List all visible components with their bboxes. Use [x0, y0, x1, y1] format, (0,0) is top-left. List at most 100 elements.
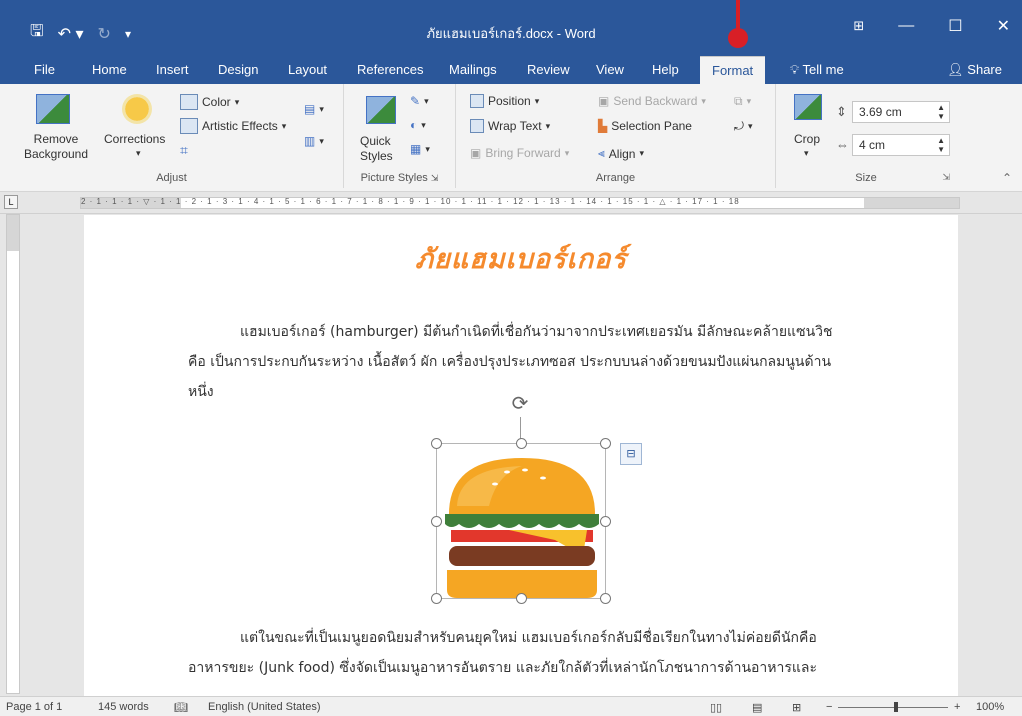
ruler-track: 2 · 1 · 1 · 1 · ▽ · 1 · 1 · 2 · 1 · 3 · …: [80, 197, 960, 209]
compress-pictures-icon: ▤: [304, 102, 316, 116]
change-picture-icon: ▥: [304, 134, 316, 148]
picture-effects-icon: ◐: [410, 118, 418, 132]
bring-forward-icon: ▣: [470, 146, 482, 160]
title-bar: 🖫 ↶ ▾ ↻ ▾ ภัยแฮมเบอร์เกอร์.docx - Word ⊞…: [0, 0, 1022, 56]
dialog-launcher-icon[interactable]: ⇲: [431, 173, 439, 183]
quick-styles-button[interactable]: [366, 96, 396, 124]
size-dialog-launcher-icon[interactable]: ⇲: [942, 172, 950, 183]
selection-pane-button[interactable]: ▙ Selection Pane: [598, 119, 692, 133]
remove-background-button[interactable]: [36, 94, 70, 124]
zoom-out-button[interactable]: −: [826, 701, 832, 713]
layout-options-icon[interactable]: ⊟: [620, 443, 642, 465]
corrections-button[interactable]: [122, 94, 152, 124]
ribbon-display-options-icon[interactable]: ⊞: [853, 18, 864, 34]
position-button[interactable]: Position ▾: [470, 94, 539, 108]
close-button[interactable]: ✕: [997, 16, 1010, 36]
collapse-ribbon-icon[interactable]: ⌃: [1002, 171, 1012, 185]
person-icon: 👤︎: [947, 62, 964, 77]
zoom-slider[interactable]: [838, 707, 948, 708]
maximize-button[interactable]: ☐: [948, 16, 962, 36]
group-label-size: Size: [855, 172, 877, 184]
tell-me-search[interactable]: 💡︎ Tell me: [790, 62, 844, 78]
document-page[interactable]: ภัยแฮมเบอร์เกอร์ แฮมเบอร์เกอร์ (hamburge…: [84, 215, 958, 696]
rotate-button[interactable]: ⤾ ▾: [734, 119, 753, 134]
position-icon: [470, 94, 484, 108]
resize-handle-bottom-right[interactable]: [600, 593, 611, 604]
picture-layout-button[interactable]: ▦ ▾: [410, 142, 430, 156]
group-objects-button[interactable]: ⧉ ▾: [734, 94, 751, 109]
paragraph-2[interactable]: แต่ในขณะที่เป็นเมนูยอดนิยมสำหรับคนยุคใหม…: [188, 623, 848, 683]
tab-format[interactable]: Format: [700, 56, 766, 86]
share-button[interactable]: 👤︎ Share: [947, 62, 1002, 78]
height-spinner[interactable]: ▲ ▼: [937, 103, 945, 121]
print-layout-icon[interactable]: ▤: [752, 701, 762, 714]
ribbon-tabs: File Home Insert Design Layout Reference…: [0, 56, 1022, 86]
send-backward-button[interactable]: ▣ Send Backward ▾: [598, 94, 706, 108]
language-status[interactable]: English (United States): [208, 701, 321, 713]
transparency-icon: ⌗: [180, 142, 188, 158]
tab-mailings[interactable]: Mailings: [449, 62, 497, 77]
group-arrange: Position ▾ Wrap Text ▾ ▣ Bring Forward ▾ ▣ …: [456, 84, 776, 188]
tab-home[interactable]: Home: [92, 62, 127, 77]
crop-button[interactable]: [794, 94, 822, 120]
tab-review[interactable]: Review: [527, 62, 570, 77]
rotate-objects-icon: ⤾: [734, 119, 744, 133]
resize-handle-top[interactable]: [516, 438, 527, 449]
transparency-button[interactable]: ⌗: [180, 142, 188, 159]
picture-effects-button[interactable]: ◐ ▾: [410, 118, 426, 132]
bring-forward-button[interactable]: ▣ Bring Forward ▾: [470, 146, 569, 160]
resize-handle-bottom[interactable]: [516, 593, 527, 604]
send-backward-icon: ▣: [598, 94, 610, 108]
rotate-handle-icon[interactable]: ⟳: [509, 393, 531, 415]
resize-handle-right[interactable]: [600, 516, 611, 527]
group-adjust: Remove Background Corrections ▾ Color ▾ A…: [0, 84, 344, 188]
tab-file[interactable]: File: [34, 62, 55, 77]
selection-pane-icon: ▙: [598, 119, 608, 133]
quick-styles-icon: [366, 96, 396, 124]
web-layout-icon[interactable]: ⊞: [792, 701, 801, 714]
tab-help[interactable]: Help: [652, 62, 679, 77]
tab-insert[interactable]: Insert: [156, 62, 189, 77]
color-button[interactable]: Color ▾: [180, 94, 239, 110]
minimize-button[interactable]: —: [898, 17, 914, 35]
resize-handle-left[interactable]: [431, 516, 442, 527]
resize-handle-bottom-left[interactable]: [431, 593, 442, 604]
burger-picture[interactable]: [431, 438, 611, 604]
window-controls: ⊞ — ☐ ✕: [853, 16, 1010, 36]
burger-image: [445, 458, 599, 598]
resize-handle-top-right[interactable]: [600, 438, 611, 449]
word-count[interactable]: 145 words: [98, 701, 149, 713]
picture-border-button[interactable]: ✎ ▾: [410, 94, 429, 108]
align-button[interactable]: ⫷ Align ▾: [598, 146, 644, 161]
tab-selector-icon[interactable]: L: [4, 195, 18, 209]
corrections-dropdown-icon[interactable]: ▾: [136, 148, 141, 159]
group-objects-icon: ⧉: [734, 94, 743, 108]
group-picture-styles: Quick Styles ✎ ▾ ◐ ▾ ▦ ▾ Picture Styles ⇲: [344, 84, 456, 188]
zoom-in-button[interactable]: +: [954, 701, 960, 713]
zoom-level[interactable]: 100%: [976, 701, 1004, 713]
width-spinner[interactable]: ▲ ▼: [937, 136, 945, 154]
tab-layout[interactable]: Layout: [288, 62, 327, 77]
lettuce: [445, 514, 599, 528]
shape-width-input[interactable]: 4 cm ▲ ▼: [852, 134, 950, 156]
resize-handle-top-left[interactable]: [431, 438, 442, 449]
shape-height-input[interactable]: 3.69 cm ▲ ▼: [852, 101, 950, 123]
tab-design[interactable]: Design: [218, 62, 258, 77]
compress-pictures-button[interactable]: ▤ ▾: [304, 102, 324, 116]
tab-references[interactable]: References: [357, 62, 423, 77]
read-mode-icon[interactable]: ▯▯: [710, 701, 722, 714]
page-count[interactable]: Page 1 of 1: [6, 701, 62, 713]
width-icon: ⇔: [836, 137, 849, 152]
horizontal-ruler[interactable]: L 2 · 1 · 1 · 1 · ▽ · 1 · 1 · 2 · 1 · 3 …: [0, 192, 1022, 214]
vertical-ruler[interactable]: [6, 214, 20, 694]
group-label-arrange: Arrange: [595, 172, 636, 184]
wrap-text-button[interactable]: Wrap Text ▾: [470, 119, 550, 133]
artistic-effects-button[interactable]: Artistic Effects ▾: [180, 118, 286, 134]
tab-view[interactable]: View: [596, 62, 624, 77]
proofing-icon[interactable]: 📖︎: [174, 701, 188, 714]
change-picture-button[interactable]: ▥ ▾: [304, 134, 324, 148]
picture-layout-icon: ▦: [410, 142, 422, 156]
document-heading[interactable]: ภัยแฮมเบอร์เกอร์: [84, 237, 958, 280]
crop-dropdown-icon[interactable]: ▾: [804, 148, 809, 159]
zoom-slider-thumb[interactable]: [894, 702, 898, 712]
